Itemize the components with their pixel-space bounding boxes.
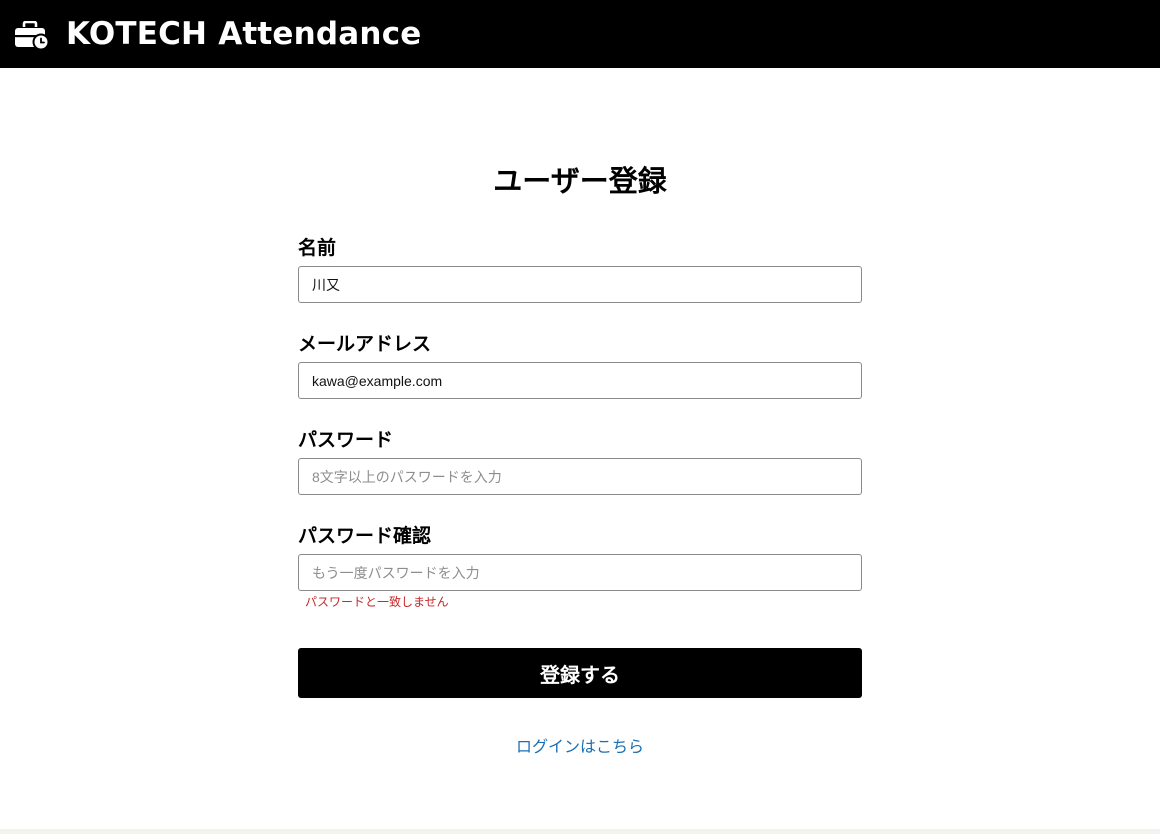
briefcase-clock-icon [15, 21, 50, 51]
password-confirm-label: パスワード確認 [298, 525, 432, 547]
name-label: 名前 [298, 237, 337, 259]
email-field-group: メールアドレス [298, 330, 862, 399]
app-header: KOTECH Attendance [0, 0, 1160, 68]
password-mismatch-error: パスワードと一致しません [305, 595, 449, 609]
email-label: メールアドレス [298, 333, 432, 355]
page-bottom-border [0, 829, 1160, 834]
name-input[interactable] [298, 266, 862, 303]
name-field-group: 名前 [298, 234, 862, 303]
password-confirm-input[interactable] [298, 554, 862, 591]
login-link[interactable]: ログインはこちら [516, 737, 644, 756]
registration-form: ユーザー登録 名前 メールアドレス パスワード パスワード確認 パスワードと一致… [298, 160, 862, 756]
password-input[interactable] [298, 458, 862, 495]
password-field-group: パスワード [298, 426, 862, 495]
password-confirm-field-group: パスワード確認 パスワードと一致しません [298, 522, 862, 609]
app-title: KOTECH Attendance [66, 16, 422, 52]
page-title: ユーザー登録 [493, 164, 667, 198]
register-button[interactable]: 登録する [298, 648, 862, 698]
password-label: パスワード [298, 429, 394, 451]
login-link-container: ログインはこちら [298, 733, 862, 757]
email-input[interactable] [298, 362, 862, 399]
